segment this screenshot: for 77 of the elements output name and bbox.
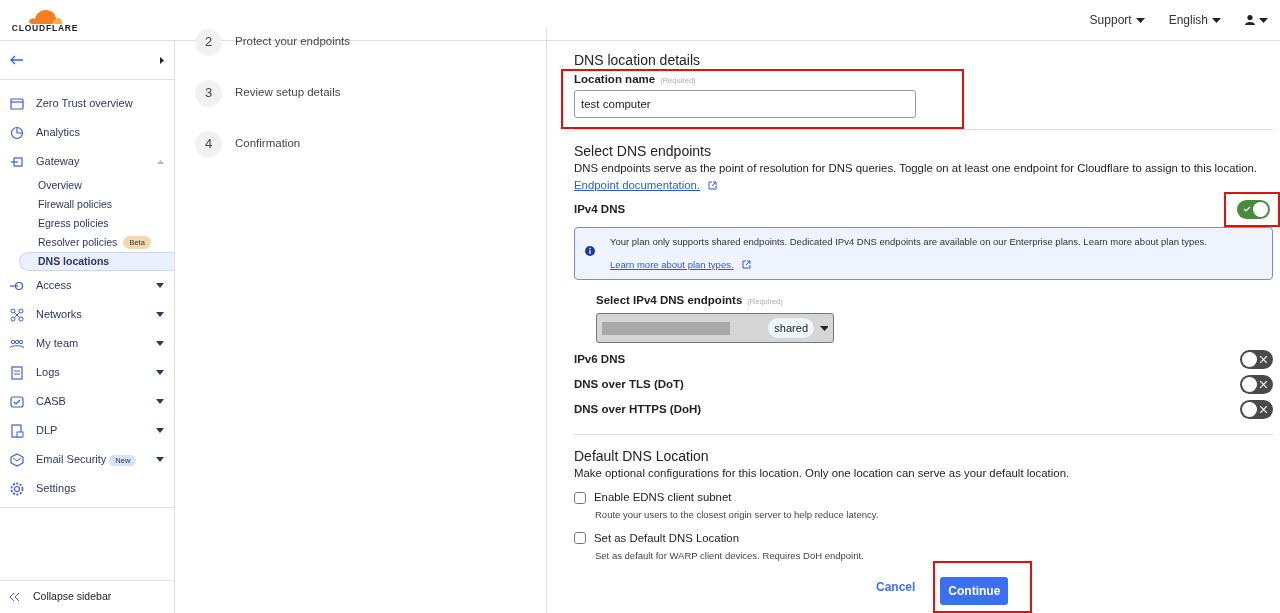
- sidebar-item[interactable]: Gateway: [0, 147, 174, 176]
- endpoint-label: IPv4 DNS: [574, 202, 626, 218]
- sidebar-item[interactable]: Settings: [0, 474, 174, 503]
- documentation-link[interactable]: Endpoint documentation.: [574, 177, 701, 195]
- sidebar-item[interactable]: Analytics: [0, 118, 174, 147]
- cloud-icon: [28, 7, 62, 24]
- continue-button[interactable]: Continue: [940, 577, 1009, 605]
- step-label: Confirmation: [235, 136, 301, 152]
- mail-shield-icon: [10, 452, 24, 467]
- sidebar-subitem[interactable]: Egress policies: [19, 214, 174, 233]
- endpoint-label: DNS over HTTPS (DoH): [574, 402, 702, 418]
- caret-right-icon[interactable]: [160, 56, 164, 64]
- step-label: Protect your endpoints: [235, 34, 351, 50]
- checkbox-label: Enable EDNS client subnet: [594, 490, 732, 506]
- select-field[interactable]: shared: [596, 313, 834, 344]
- x-icon: [1260, 356, 1267, 364]
- check-icon: [1243, 206, 1251, 213]
- checkbox-label: Set as Default DNS Location: [594, 530, 739, 546]
- pie-chart-icon: [10, 125, 24, 140]
- checkbox[interactable]: [574, 532, 586, 545]
- document-lock-icon: [10, 423, 24, 438]
- step-number: 2: [195, 28, 222, 56]
- checklist-icon: [10, 394, 24, 409]
- logs-icon: [10, 365, 24, 380]
- double-chevron-left-icon: [10, 593, 19, 601]
- endpoint-label: DNS over TLS (DoT): [574, 377, 684, 393]
- text-input[interactable]: test computer: [574, 90, 916, 119]
- gateway-icon: [10, 154, 24, 169]
- sidebar-item[interactable]: Networks: [0, 300, 174, 329]
- settings-icon: [10, 481, 24, 496]
- caret-icon: [1259, 17, 1268, 23]
- option-hint: Route your users to the closest origin server to help reduce latency.: [594, 508, 880, 523]
- sidebar-item[interactable]: DLP: [0, 416, 174, 445]
- user-icon: [1245, 15, 1255, 25]
- external-link-icon: [741, 260, 751, 270]
- window-icon: [10, 96, 24, 111]
- caret-icon: [1212, 17, 1221, 23]
- sidebar-subitem[interactable]: DNS locations: [19, 252, 174, 271]
- back-arrow-icon[interactable]: [10, 55, 23, 65]
- network-icon: [10, 307, 24, 322]
- sidebar-item[interactable]: Zero Trust overview: [0, 89, 174, 118]
- sidebar-item[interactable]: Logs: [0, 358, 174, 387]
- section-description: Make optional configurations for this location. Only one location can serve as your default location.: [574, 466, 1071, 482]
- user-menu[interactable]: [1245, 15, 1268, 25]
- sidebar-item[interactable]: CASB: [0, 387, 174, 416]
- section-description: DNS endpoints serve as the point of resolution for DNS queries. Toggle on at least one endpoint for Cloudflare to assign to this location.: [574, 161, 1258, 177]
- external-link-icon: [708, 181, 718, 191]
- info-icon: [585, 246, 595, 257]
- toggle-switch[interactable]: [1237, 200, 1270, 220]
- section-title: Select DNS endpoints: [574, 142, 712, 161]
- checkbox[interactable]: [574, 491, 586, 504]
- x-icon: [1260, 381, 1267, 389]
- sidebar-item[interactable]: Access: [0, 271, 174, 300]
- sidebar-subitem[interactable]: Overview: [19, 176, 174, 195]
- endpoint-tag: shared: [768, 317, 814, 339]
- step-number: 3: [195, 79, 222, 107]
- caret-down-icon: [820, 325, 828, 331]
- endpoint-label: IPv6 DNS: [574, 352, 626, 368]
- toggle-switch[interactable]: [1240, 350, 1273, 370]
- sidebar-item[interactable]: My team: [0, 329, 174, 358]
- sidebar-subitem[interactable]: Firewall policies: [19, 195, 174, 214]
- section-title: Default DNS Location: [574, 447, 710, 466]
- logo[interactable]: CLOUDFLARE: [8, 7, 82, 33]
- cancel-button[interactable]: Cancel: [870, 577, 922, 597]
- step-label: Review setup details: [235, 85, 341, 101]
- option-hint: Set as default for WARP client devices. Requires DoH endpoint.: [594, 548, 865, 563]
- menu-dropdown[interactable]: English: [1168, 11, 1221, 29]
- section-title: DNS location details: [574, 51, 702, 69]
- alert-text: Your plan only supports shared endpoints. Dedicated IPv4 DNS endpoints are available on our Enterprise plans. Learn more about plan types.: [610, 235, 1207, 250]
- step-number: 4: [195, 130, 222, 158]
- caret-icon: [1135, 17, 1145, 23]
- menu-dropdown[interactable]: Support: [1089, 11, 1145, 29]
- collapse-sidebar-button[interactable]: Collapse sidebar: [0, 580, 174, 613]
- x-icon: [1260, 406, 1267, 414]
- plan-types-link[interactable]: Learn more about plan types.: [610, 257, 734, 272]
- toggle-switch[interactable]: [1240, 400, 1273, 420]
- toggle-switch[interactable]: [1240, 375, 1273, 395]
